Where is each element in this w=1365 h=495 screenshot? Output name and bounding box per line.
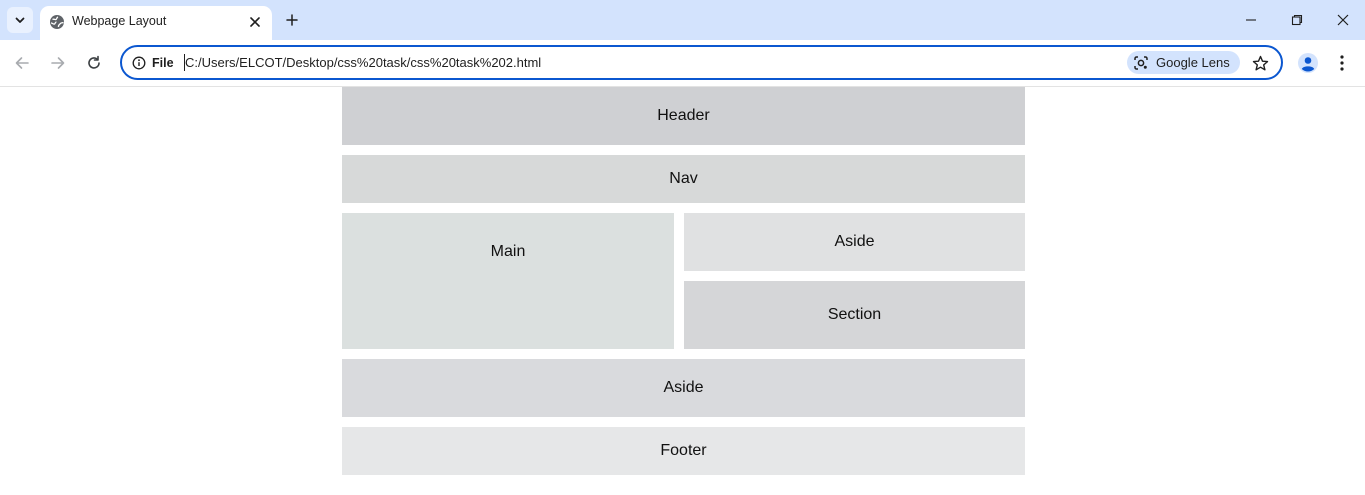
google-lens-icon <box>1134 55 1148 70</box>
aside-bottom-block: Aside <box>342 359 1025 417</box>
new-tab-button[interactable] <box>280 8 304 32</box>
main-block: Main <box>342 213 674 349</box>
site-info-button[interactable]: File <box>128 51 182 74</box>
header-label: Header <box>657 107 710 124</box>
google-lens-label: Google Lens <box>1156 55 1230 70</box>
profile-button[interactable] <box>1294 49 1322 77</box>
close-icon <box>1337 14 1349 26</box>
page-viewport: Header Nav Main Aside Section Aside Foot… <box>0 87 1365 495</box>
main-label: Main <box>490 243 526 260</box>
tab-strip: Webpage Layout <box>0 0 1365 40</box>
tab-title: Webpage Layout <box>72 14 167 28</box>
more-vertical-icon <box>1340 55 1344 71</box>
aside-bottom-label: Aside <box>663 379 704 396</box>
footer-block: Footer <box>342 427 1025 475</box>
restore-button[interactable] <box>1274 0 1320 40</box>
nav-block: Nav <box>342 155 1025 203</box>
avatar-icon <box>1298 53 1318 73</box>
close-icon <box>250 17 260 27</box>
section-label: Section <box>827 306 882 323</box>
tab-search-button[interactable] <box>7 7 33 33</box>
info-icon <box>132 56 146 69</box>
bookmark-button[interactable] <box>1247 50 1273 76</box>
minimize-button[interactable] <box>1228 0 1274 40</box>
arrow-left-icon <box>15 57 29 69</box>
arrow-right-icon <box>51 57 65 69</box>
star-icon <box>1252 55 1268 70</box>
back-button[interactable] <box>8 49 36 77</box>
forward-button[interactable] <box>44 49 72 77</box>
header-block: Header <box>342 87 1025 145</box>
plus-icon <box>286 14 298 26</box>
close-window-button[interactable] <box>1320 0 1365 40</box>
aside-top-label: Aside <box>834 233 875 250</box>
footer-label: Footer <box>660 442 707 459</box>
tab-close-button[interactable] <box>245 12 265 32</box>
browser-menu-button[interactable] <box>1330 49 1354 77</box>
globe-icon <box>50 15 64 29</box>
address-bar[interactable]: File C:/Users/ELCOT/Desktop/css%20task/c… <box>120 45 1283 80</box>
reload-icon <box>88 55 100 69</box>
aside-top-block: Aside <box>684 213 1025 271</box>
reload-button[interactable] <box>80 49 108 77</box>
site-info-label: File <box>152 55 174 70</box>
section-block: Section <box>684 281 1025 349</box>
restore-icon <box>1291 14 1303 26</box>
nav-label: Nav <box>669 170 698 187</box>
url-text[interactable]: C:/Users/ELCOT/Desktop/css%20task/css%20… <box>185 55 541 70</box>
active-tab[interactable]: Webpage Layout <box>40 6 272 40</box>
minimize-icon <box>1246 19 1256 21</box>
google-lens-button[interactable]: Google Lens <box>1127 51 1240 74</box>
chevron-down-icon <box>15 17 25 23</box>
browser-toolbar: File C:/Users/ELCOT/Desktop/css%20task/c… <box>0 40 1365 87</box>
